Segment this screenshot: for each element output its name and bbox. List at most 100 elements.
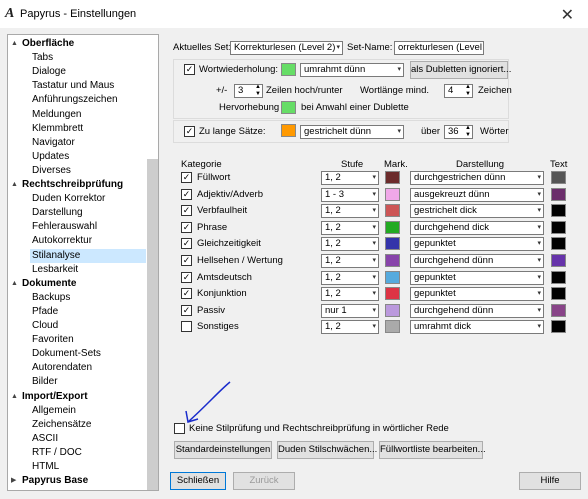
sidebar-item[interactable]: Autokorrektur: [32, 234, 92, 248]
row-mark-swatch[interactable]: [385, 287, 400, 301]
standardeinstellungen-button[interactable]: Standardeinstellungen: [174, 441, 272, 459]
row-stufe-select[interactable]: nur 1 ▾: [321, 303, 379, 318]
row-darstellung-select[interactable]: durchgehend dünn ▾: [410, 303, 544, 318]
row-mark-swatch[interactable]: [385, 237, 400, 251]
dubletten-button[interactable]: als Dubletten ignoriert...: [410, 61, 511, 79]
row-text-swatch[interactable]: [551, 287, 566, 301]
row-text-swatch[interactable]: [551, 270, 566, 284]
sidebar-scrollbar[interactable]: [147, 159, 158, 490]
row-checkbox[interactable]: [181, 321, 192, 333]
row-stufe-select[interactable]: 1, 2 ▾: [321, 237, 379, 252]
row-stufe-select[interactable]: 1, 2 ▾: [321, 254, 379, 268]
sidebar-item[interactable]: Klemmbrett: [32, 122, 83, 136]
schliessen-button[interactable]: Schließen: [170, 472, 226, 490]
sidebar-item[interactable]: Tabs: [32, 51, 53, 65]
row-darstellung-select[interactable]: gepunktet ▾: [410, 237, 544, 252]
row-checkbox[interactable]: ✓: [181, 188, 192, 200]
fuellwortliste-button[interactable]: Füllwortliste bearbeiten...: [379, 441, 486, 459]
row-mark-swatch[interactable]: [385, 270, 400, 284]
hervor-color-swatch[interactable]: [281, 101, 296, 114]
row-text-swatch[interactable]: [551, 254, 566, 267]
row-text-swatch[interactable]: [551, 171, 566, 184]
sidebar-item[interactable]: HTML: [32, 460, 59, 474]
row-darstellung-select[interactable]: ausgekreuzt dünn ▾: [410, 187, 544, 202]
sidebar-item[interactable]: Allgemein: [32, 404, 76, 418]
row-checkbox[interactable]: ✓: [181, 172, 192, 183]
sidebar-item[interactable]: ASCII: [32, 432, 58, 446]
row-darstellung-select[interactable]: umrahmt dick ▾: [410, 320, 544, 335]
row-mark-swatch[interactable]: [385, 220, 400, 234]
wortwiederholung-checkbox[interactable]: ✓: [184, 64, 195, 75]
expand-icon[interactable]: ▶: [11, 474, 16, 488]
row-checkbox[interactable]: ✓: [181, 255, 192, 266]
row-checkbox[interactable]: ✓: [181, 288, 192, 300]
sidebar-item[interactable]: Backups: [32, 291, 70, 305]
row-checkbox[interactable]: ✓: [181, 304, 192, 316]
sidebar-item[interactable]: Meldungen: [32, 108, 81, 122]
row-darstellung-select[interactable]: durchgehend dick ▾: [410, 220, 544, 235]
collapse-icon[interactable]: ▲: [11, 277, 18, 291]
row-text-swatch[interactable]: [551, 303, 566, 317]
row-stufe-select[interactable]: 1 - 3 ▾: [321, 187, 379, 202]
row-mark-swatch[interactable]: [385, 254, 400, 267]
row-text-swatch[interactable]: [551, 187, 566, 201]
hilfe-button[interactable]: Hilfe: [519, 472, 581, 490]
sidebar-item[interactable]: Dialoge: [32, 65, 66, 79]
row-darstellung-select[interactable]: gestrichelt dick ▾: [410, 204, 544, 219]
row-mark-swatch[interactable]: [385, 303, 400, 317]
row-text-swatch[interactable]: [551, 220, 566, 234]
sidebar-group[interactable]: Rechtschreibprüfung: [22, 178, 123, 192]
row-checkbox[interactable]: ✓: [181, 221, 192, 233]
row-checkbox[interactable]: ✓: [181, 205, 192, 217]
row-mark-swatch[interactable]: [385, 187, 400, 201]
sidebar-item[interactable]: Diverses: [32, 164, 71, 178]
sidebar-group[interactable]: Papyrus Base: [22, 474, 88, 488]
row-stufe-select[interactable]: 1, 2 ▾: [321, 220, 379, 235]
ueber-spinner[interactable]: 36 ▲ ▼: [444, 125, 473, 139]
sidebar-group[interactable]: Dokumente: [22, 277, 76, 291]
row-mark-swatch[interactable]: [385, 204, 400, 218]
sidebar-item[interactable]: RTF / DOC: [32, 446, 82, 460]
sidebar-item[interactable]: Navigator: [32, 136, 75, 150]
row-stufe-select[interactable]: 1, 2 ▾: [321, 204, 379, 219]
setname-input[interactable]: orrekturlesen (Level 2): [394, 41, 484, 55]
lang-style-select[interactable]: gestrichelt dünn ▾: [300, 125, 404, 139]
sidebar-item[interactable]: Bilder: [32, 375, 58, 389]
row-text-swatch[interactable]: [551, 204, 566, 218]
sidebar-item[interactable]: Stilanalyse: [30, 248, 146, 263]
row-stufe-select[interactable]: 1, 2 ▾: [321, 270, 379, 285]
wortlaenge-spinner[interactable]: 4 ▲ ▼: [444, 84, 473, 98]
collapse-icon[interactable]: ▲: [11, 37, 18, 51]
row-darstellung-select[interactable]: gepunktet ▾: [410, 287, 544, 302]
wort-style-select[interactable]: umrahmt dünn ▾: [300, 63, 404, 77]
row-darstellung-select[interactable]: durchgestrichen dünn ▾: [410, 171, 544, 185]
keine-stilpruefung-checkbox[interactable]: [174, 423, 185, 434]
row-text-swatch[interactable]: [551, 237, 566, 251]
collapse-icon[interactable]: ▲: [11, 390, 18, 404]
sidebar-item[interactable]: Pfade: [32, 305, 58, 319]
row-stufe-select[interactable]: 1, 2 ▾: [321, 320, 379, 335]
sidebar-item[interactable]: Fehlerauswahl: [32, 220, 97, 234]
row-mark-swatch[interactable]: [385, 320, 400, 334]
sidebar-item[interactable]: Darstellung: [32, 206, 83, 220]
settings-tree[interactable]: Oberfläche ▲ Tabs Dialoge Tastatur und Maus A…: [7, 34, 159, 491]
lange-saetze-checkbox[interactable]: ✓: [184, 126, 195, 137]
row-mark-swatch[interactable]: [385, 171, 400, 184]
row-checkbox[interactable]: ✓: [181, 238, 192, 250]
zurueck-button[interactable]: Zurück: [233, 472, 295, 490]
sidebar-item[interactable]: Cloud: [32, 319, 58, 333]
sidebar-item[interactable]: Zeichensätze: [32, 418, 91, 432]
sidebar-item[interactable]: Lesbarkeit: [32, 263, 78, 277]
sidebar-group[interactable]: Oberfläche: [22, 37, 74, 51]
row-stufe-select[interactable]: 1, 2 ▾: [321, 287, 379, 302]
sidebar-item[interactable]: Dokument-Sets: [32, 347, 101, 361]
wort-color-swatch[interactable]: [281, 63, 296, 76]
row-darstellung-select[interactable]: durchgehend dünn ▾: [410, 254, 544, 268]
sidebar-item[interactable]: Favoriten: [32, 333, 74, 347]
sidebar-item[interactable]: Autorendaten: [32, 361, 92, 375]
row-darstellung-select[interactable]: gepunktet ▾: [410, 270, 544, 285]
row-text-swatch[interactable]: [551, 320, 566, 334]
row-checkbox[interactable]: ✓: [181, 271, 192, 283]
duden-stilschwaechen-button[interactable]: Duden Stilschwächen...: [277, 441, 377, 459]
row-stufe-select[interactable]: 1, 2 ▾: [321, 171, 379, 185]
